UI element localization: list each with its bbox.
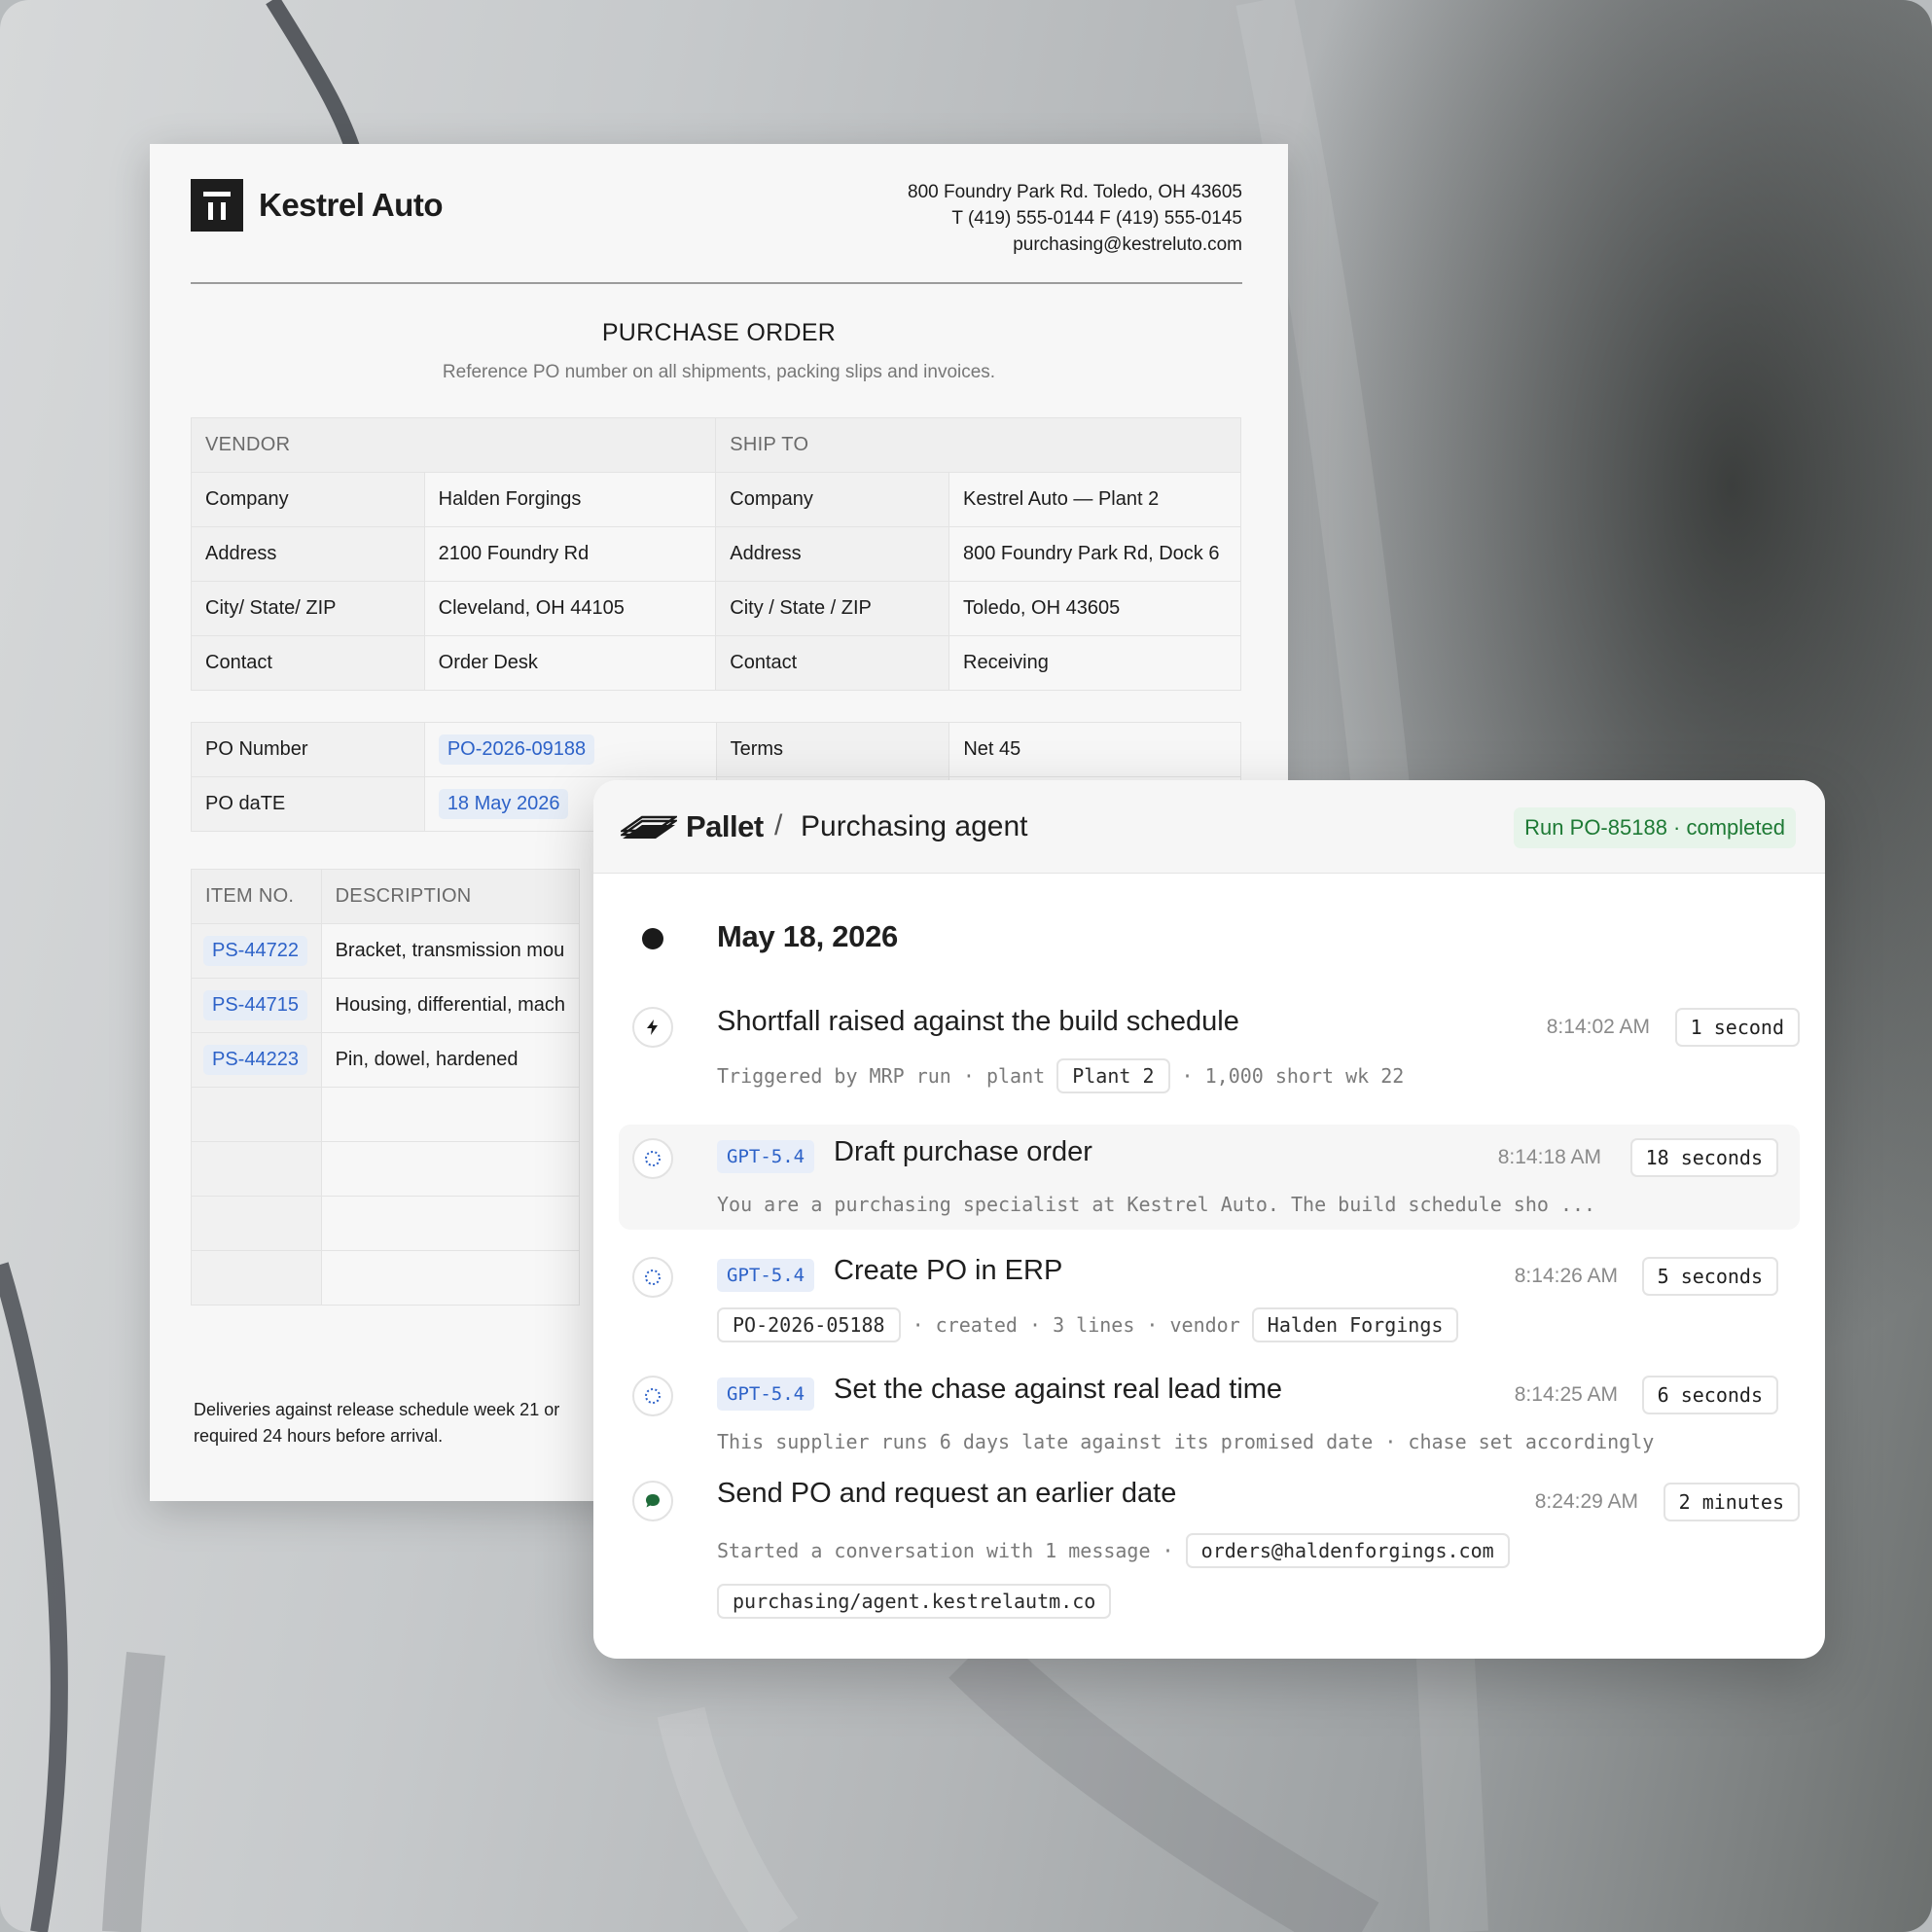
pallet-logo-icon <box>621 815 677 839</box>
table-row: PS-44715 Housing, differential, mach <box>191 978 581 1033</box>
timeline-dot-icon <box>642 928 663 949</box>
delivery-note: Deliveries against release schedule week… <box>194 1400 560 1446</box>
table-row: City/ State/ ZIP Cleveland, OH 44105 Cit… <box>191 581 1241 636</box>
item-no-header: ITEM NO. <box>191 869 322 924</box>
line-items-table: ITEM NO. DESCRIPTION PS-44722 Bracket, t… <box>191 869 581 1306</box>
po-number-chip[interactable]: PO-2026-05188 <box>717 1307 901 1342</box>
chat-bubble-icon <box>632 1481 673 1521</box>
breadcrumb-separator: / <box>774 809 783 841</box>
company-name: Kestrel Auto <box>259 187 443 223</box>
agent-name-link[interactable]: Purchasing agent <box>801 810 1028 843</box>
step-meta: PO-2026-05188 · created · 3 lines · vend… <box>717 1307 1459 1342</box>
step-meta: Triggered by MRP run · plant Plant 2 · 1… <box>717 1058 1404 1093</box>
step-title: Create PO in ERP <box>834 1255 1063 1286</box>
kestrel-logo-icon <box>191 179 243 232</box>
step-meta: You are a purchasing specialist at Kestr… <box>717 1193 1596 1216</box>
timeline-date-row: May 18, 2026 <box>593 916 1825 965</box>
vendor-chip[interactable]: Halden Forgings <box>1251 1307 1459 1342</box>
item-number-chip: PS-44722 <box>203 936 307 966</box>
vendor-shipto-table: VENDOR SHIP TO Company Halden Forgings C… <box>190 417 1241 691</box>
document-subtitle: Reference PO number on all shipments, pa… <box>442 362 996 382</box>
spinner-icon <box>632 1257 673 1298</box>
step-meta: Started a conversation with 1 message · … <box>717 1533 1510 1568</box>
agent-address-chip[interactable]: purchasing/agent.kestrelautm.co <box>717 1584 1112 1619</box>
item-number-chip: PS-44715 <box>203 990 307 1020</box>
table-row <box>191 1141 581 1197</box>
table-row <box>191 1087 581 1142</box>
step-time: 8:14:26 AM <box>1514 1265 1618 1287</box>
step-title: Set the chase against real lead time <box>834 1374 1283 1405</box>
plant-chip[interactable]: Plant 2 <box>1056 1058 1170 1093</box>
timeline-date: May 18, 2026 <box>717 919 898 953</box>
step-duration-badge: 5 seconds <box>1641 1257 1778 1296</box>
model-badge: GPT-5.4 <box>717 1259 815 1292</box>
po-date-chip: 18 May 2026 <box>438 789 569 819</box>
table-row: Company Halden Forgings Company Kestrel … <box>191 472 1241 527</box>
app-name: Pallet <box>686 809 764 843</box>
table-row <box>191 1196 581 1251</box>
step-title: Shortfall raised against the build sched… <box>717 1006 1239 1037</box>
agent-run-panel: Pallet / Purchasing agent Run PO-85188 ·… <box>593 780 1825 1659</box>
run-status-badge: Run PO-85188 · completed <box>1514 807 1796 848</box>
vendor-header: VENDOR <box>190 417 717 473</box>
timeline-step[interactable]: Shortfall raised against the build sched… <box>593 1002 1825 1099</box>
table-row <box>191 1250 581 1306</box>
step-time: 8:14:25 AM <box>1514 1383 1618 1406</box>
table-row: Contact Order Desk Contact Receiving <box>191 635 1241 691</box>
timeline-step[interactable]: GPT-5.4 Create PO in ERP 8:14:26 AM 5 se… <box>593 1253 1825 1350</box>
step-duration-badge: 18 seconds <box>1629 1138 1778 1177</box>
timeline-step[interactable]: GPT-5.4 Draft purchase order 8:14:18 AM … <box>593 1134 1825 1228</box>
step-duration-badge: 6 seconds <box>1641 1376 1778 1414</box>
description-header: DESCRIPTION <box>320 869 581 924</box>
company-address: 800 Foundry Park Rd. Toledo, OH 43605 T … <box>908 182 1242 255</box>
document-header: Kestrel Auto 800 Foundry Park Rd. Toledo… <box>191 179 1242 284</box>
panel-header: Pallet / Purchasing agent Run PO-85188 ·… <box>593 780 1825 874</box>
po-number-chip: PO-2026-09188 <box>438 734 595 765</box>
step-title: Draft purchase order <box>834 1136 1092 1167</box>
step-duration-badge: 1 second <box>1674 1008 1800 1047</box>
spinner-icon <box>632 1376 673 1416</box>
item-number-chip: PS-44223 <box>203 1045 307 1075</box>
step-meta: This supplier runs 6 days late against i… <box>717 1430 1655 1453</box>
step-duration-badge: 2 minutes <box>1663 1483 1800 1521</box>
document-title: PURCHASE ORDER <box>601 319 837 346</box>
timeline-step[interactable]: GPT-5.4 Set the chase against real lead … <box>593 1372 1825 1459</box>
timeline-step[interactable]: Send PO and request an earlier date 8:24… <box>593 1477 1825 1642</box>
model-badge: GPT-5.4 <box>717 1377 815 1411</box>
step-meta: purchasing/agent.kestrelautm.co <box>717 1584 1112 1619</box>
step-time: 8:24:29 AM <box>1534 1490 1638 1513</box>
step-title: Send PO and request an earlier date <box>717 1478 1177 1509</box>
lightning-icon <box>632 1007 673 1048</box>
step-time: 8:14:18 AM <box>1497 1146 1601 1168</box>
table-row: PS-44722 Bracket, transmission mou <box>191 923 581 979</box>
table-row: PO Number PO-2026-09188 Terms Net 45 <box>191 722 1241 777</box>
table-row: PS-44223 Pin, dowel, hardened <box>191 1032 581 1088</box>
email-chip[interactable]: orders@haldenforgings.com <box>1185 1533 1510 1568</box>
step-time: 8:14:02 AM <box>1546 1016 1650 1038</box>
shipto-header: SHIP TO <box>715 417 1241 473</box>
table-row: Address 2100 Foundry Rd Address 800 Foun… <box>191 526 1241 582</box>
spinner-icon <box>632 1138 673 1179</box>
model-badge: GPT-5.4 <box>717 1140 815 1173</box>
